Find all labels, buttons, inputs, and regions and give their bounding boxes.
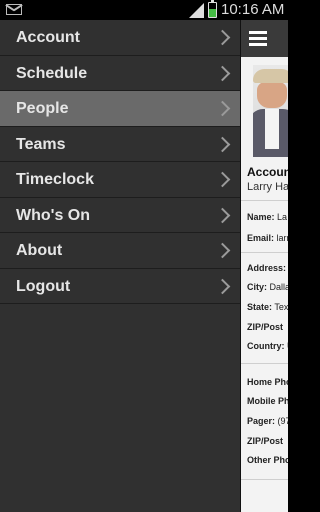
- menu-item-label: Teams: [16, 135, 66, 153]
- chevron-right-icon: [214, 29, 231, 46]
- field-value: U: [287, 341, 288, 351]
- menu-item-label: Who's On: [16, 206, 91, 224]
- field-country: Country: U: [247, 341, 288, 351]
- menu-item-label: People: [16, 100, 69, 117]
- field-value: (97: [277, 416, 288, 426]
- battery-icon: [208, 0, 217, 18]
- field-email: Email: larr: [247, 233, 288, 243]
- menu-item-label: Timeclock: [16, 171, 94, 188]
- field-value: Dalla: [269, 282, 288, 292]
- field-pager: Pager: (97: [247, 416, 288, 426]
- field-value: Tex: [274, 302, 288, 312]
- chevron-right-icon: [214, 65, 231, 81]
- field-label: City:: [247, 282, 267, 292]
- field-zip: ZIP/Post: [247, 322, 283, 332]
- menu-item-label: Logout: [16, 277, 71, 295]
- account-name: Larry Ha: [247, 181, 288, 193]
- account-content-panel: Accoun Larry Ha Name: La Email: larr Add…: [240, 20, 288, 512]
- field-value: larr: [276, 233, 288, 243]
- field-label: ZIP/Post: [247, 322, 284, 332]
- account-title: Accoun: [247, 165, 288, 179]
- menu-item-schedule[interactable]: Schedule: [0, 56, 240, 91]
- field-label: ZIP/Post: [247, 436, 284, 446]
- chevron-right-icon: [214, 207, 231, 223]
- field-state: State: Tex: [247, 302, 288, 312]
- status-time: 10:16 AM: [221, 1, 285, 18]
- profile-photo: [253, 65, 288, 157]
- menu-item-account[interactable]: Account: [0, 20, 240, 56]
- divider: [241, 479, 288, 480]
- menu-item-timeclock[interactable]: Timeclock: [0, 162, 240, 198]
- field-address: Address:: [247, 263, 286, 273]
- navigation-drawer: Account Schedule People Teams Timeclock …: [0, 20, 240, 512]
- field-label: Email:: [247, 233, 275, 243]
- field-label: Address:: [247, 263, 287, 273]
- action-bar: [241, 20, 288, 57]
- mail-icon: [6, 4, 22, 15]
- field-label: Mobile Ph: [247, 396, 288, 406]
- field-label: State:: [247, 302, 273, 312]
- field-mobile-phone: Mobile Ph: [247, 396, 288, 406]
- chevron-right-icon: [214, 242, 231, 259]
- signal-icon: [189, 3, 204, 18]
- field-label: Other Pho: [247, 455, 288, 465]
- menu-item-label: About: [16, 242, 63, 259]
- menu-item-logout[interactable]: Logout: [0, 269, 240, 304]
- field-zip-2: ZIP/Post: [247, 436, 283, 446]
- field-label: Home Pho: [247, 377, 288, 387]
- menu-item-about[interactable]: About: [0, 233, 240, 269]
- divider: [241, 200, 288, 201]
- chevron-right-icon: [214, 278, 231, 294]
- field-label: Name:: [247, 212, 275, 222]
- menu-item-teams[interactable]: Teams: [0, 127, 240, 162]
- divider: [241, 252, 288, 253]
- chevron-right-icon: [214, 136, 231, 152]
- field-home-phone: Home Pho: [247, 377, 288, 387]
- field-other-phone: Other Pho: [247, 455, 288, 465]
- status-bar: 10:16 AM: [0, 0, 288, 20]
- menu-item-people[interactable]: People: [0, 91, 240, 127]
- hamburger-menu-icon[interactable]: [249, 31, 267, 46]
- divider: [241, 363, 288, 364]
- field-label: Pager:: [247, 416, 276, 426]
- field-label: Country:: [247, 341, 285, 351]
- menu-item-label: Account: [16, 29, 80, 46]
- field-city: City: Dalla: [247, 282, 288, 292]
- chevron-right-icon: [214, 100, 231, 117]
- field-name: Name: La: [247, 212, 287, 222]
- chevron-right-icon: [214, 171, 231, 188]
- menu-item-label: Schedule: [16, 64, 88, 82]
- field-value: La: [277, 212, 288, 222]
- menu-item-whos-on[interactable]: Who's On: [0, 198, 240, 233]
